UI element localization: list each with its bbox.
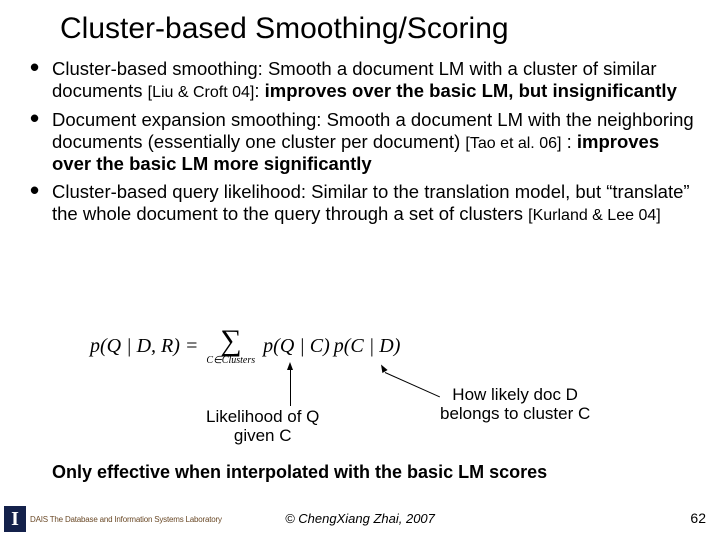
bullet-dot-icon: • <box>30 58 52 103</box>
formula-term1: p(Q | C) <box>263 335 330 358</box>
bullet-dot-icon: • <box>30 181 52 226</box>
formula-lhs: p(Q | D, R) = <box>90 335 198 358</box>
formula-term2: p(C | D) <box>334 335 401 358</box>
annotation-text: given C <box>234 426 292 445</box>
bullet-text: Document expansion smoothing: Smooth a d… <box>52 109 696 176</box>
bullet-cite: [Liu & Croft 04] <box>148 84 255 101</box>
copyright: © ChengXiang Zhai, 2007 <box>0 511 720 526</box>
footer-note: Only effective when interpolated with th… <box>52 462 547 483</box>
slide: Cluster-based Smoothing/Scoring • Cluste… <box>0 0 720 540</box>
connector-line <box>290 366 291 406</box>
arrow-icon <box>287 362 293 370</box>
bullet-tail: : <box>254 80 264 101</box>
bullet-text: Cluster-based smoothing: Smooth a docume… <box>52 58 696 103</box>
list-item: • Cluster-based smoothing: Smooth a docu… <box>30 58 696 103</box>
sigma-icon: ∑ C∈Clusters <box>206 326 255 366</box>
annotation-left: Likelihood of Q given C <box>206 408 319 445</box>
bullet-list: • Cluster-based smoothing: Smooth a docu… <box>30 58 696 232</box>
annotation-text: belongs to cluster C <box>440 404 590 423</box>
bullet-text: Cluster-based query likelihood: Similar … <box>52 181 696 226</box>
annotation-text: Likelihood of Q <box>206 407 319 426</box>
bullet-dot-icon: • <box>30 109 52 176</box>
list-item: • Document expansion smoothing: Smooth a… <box>30 109 696 176</box>
formula: p(Q | D, R) = ∑ C∈Clusters p(Q | C) p(C … <box>90 326 680 366</box>
bullet-cite: [Tao et al. 06] <box>465 135 561 152</box>
bullet-tail: : <box>561 131 576 152</box>
list-item: • Cluster-based query likelihood: Simila… <box>30 181 696 226</box>
sigma-sub: C∈Clusters <box>206 356 255 366</box>
annotation-right: How likely doc D belongs to cluster C <box>440 386 590 423</box>
annotation-text: How likely doc D <box>452 385 578 404</box>
bullet-cite: [Kurland & Lee 04] <box>528 207 661 224</box>
slide-title: Cluster-based Smoothing/Scoring <box>60 12 509 46</box>
bullet-bold: improves over the basic LM, but insignif… <box>265 80 677 101</box>
page-number: 62 <box>690 510 706 526</box>
